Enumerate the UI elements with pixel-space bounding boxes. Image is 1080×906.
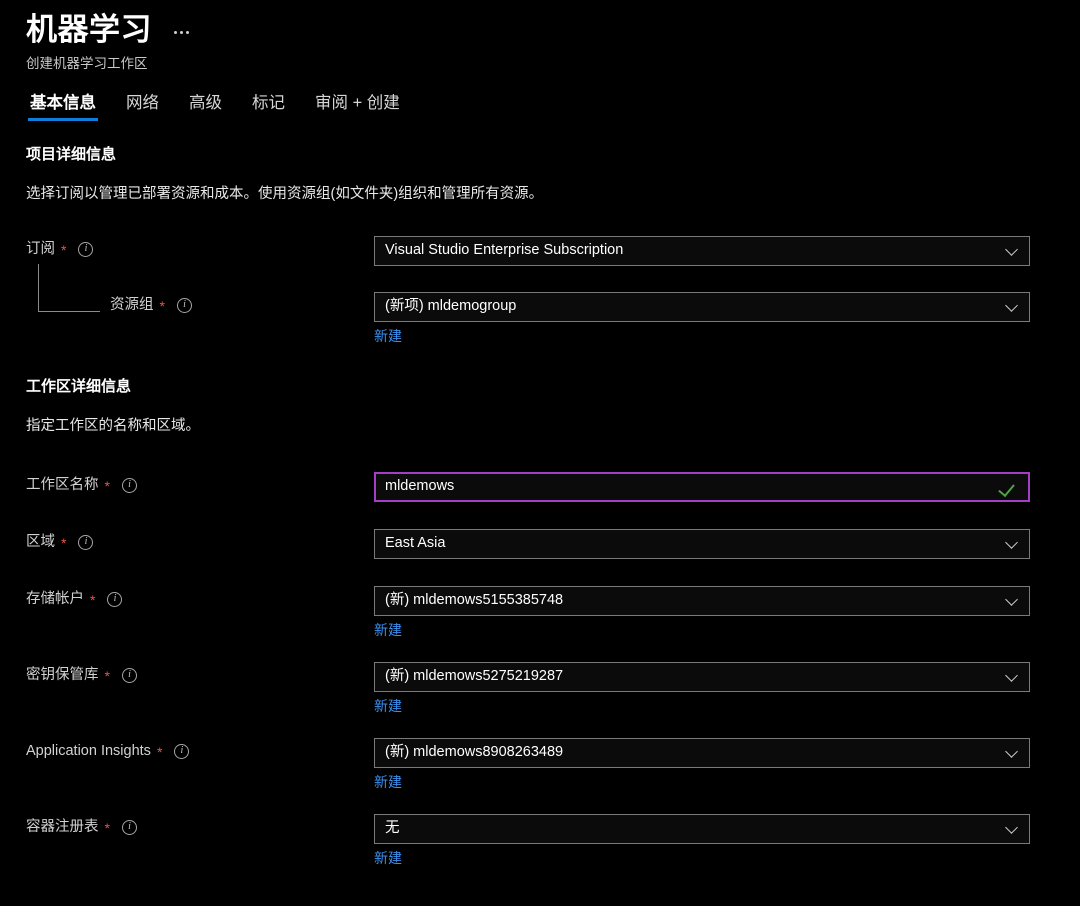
field-subscription: Visual Studio Enterprise Subscription [374,235,1030,266]
label-key-vault: 密钥保管库 * i [26,662,374,684]
resource-group-dropdown[interactable]: (新项) mldemogroup [374,291,1030,322]
ellipsis-dot [180,31,183,34]
label-storage-account: 存储帐户 * i [26,586,374,608]
page-title: 机器学习 [26,12,152,47]
label-storage-account-text: 存储帐户 [26,590,84,607]
field-region: East Asia [374,528,1030,559]
chevron-down-icon [1007,746,1018,757]
ellipsis-dot [186,31,189,34]
create-new-resource-group-link[interactable]: 新建 [374,327,402,345]
chevron-down-icon [1007,537,1018,548]
required-indicator: * [90,592,96,609]
form-row-storage-account: 存储帐户 * i (新) mldemows5155385748 新建 [26,585,1054,640]
region-dropdown[interactable]: East Asia [374,528,1030,559]
form-row-key-vault: 密钥保管库 * i (新) mldemows5275219287 新建 [26,661,1054,716]
section-title-project-details: 项目详细信息 [26,145,117,163]
application-insights-value: (新) mldemows8908263489 [385,744,564,761]
field-container-registry: 无 新建 [374,813,1030,868]
tree-connector-line [38,263,100,312]
tab-networking[interactable]: 网络 [124,95,161,121]
required-indicator: * [61,242,67,259]
label-container-registry-text: 容器注册表 [26,818,99,835]
tab-review-create[interactable]: 审阅 + 创建 [313,95,402,121]
section-title-workspace-details: 工作区详细信息 [26,377,132,395]
info-icon[interactable]: i [78,534,94,550]
label-region: 区域 * i [26,529,374,551]
key-vault-dropdown[interactable]: (新) mldemows5275219287 [374,661,1030,692]
blade-header: 机器学习 创建机器学习工作区 基本信息 网络 高级 标记 审阅 + 创建 [0,0,1080,121]
ellipsis-dot [174,31,177,34]
required-indicator: * [104,668,110,685]
label-resource-group: 资源组 * i [26,263,374,315]
chevron-down-icon [1007,670,1018,681]
label-workspace-name: 工作区名称 * i [26,472,374,494]
tab-basics[interactable]: 基本信息 [28,95,98,121]
section-description-project-details: 选择订阅以管理已部署资源和成本。使用资源组(如文件夹)组织和管理所有资源。 [26,185,544,202]
label-resource-group-text: 资源组 [110,296,154,313]
storage-account-value: (新) mldemows5155385748 [385,592,564,609]
label-container-registry: 容器注册表 * i [26,814,374,836]
subscription-value: Visual Studio Enterprise Subscription [385,242,624,259]
more-options-icon[interactable] [170,25,193,44]
info-icon[interactable]: i [78,241,94,257]
info-icon[interactable]: i [121,667,137,683]
create-new-application-insights-link[interactable]: 新建 [374,773,402,791]
container-registry-dropdown[interactable]: 无 [374,813,1030,844]
azure-create-ml-workspace-blade: 机器学习 创建机器学习工作区 基本信息 网络 高级 标记 审阅 + 创建 项目详… [0,0,1080,906]
tab-bar: 基本信息 网络 高级 标记 审阅 + 创建 [26,87,1080,121]
form-row-application-insights: Application Insights * i (新) mldemows890… [26,737,1054,792]
info-icon[interactable]: i [174,743,190,759]
form-row-subscription: 订阅 * i Visual Studio Enterprise Subscrip… [26,235,1054,266]
container-registry-value: 无 [385,820,400,837]
label-region-text: 区域 [26,533,55,550]
create-new-key-vault-link[interactable]: 新建 [374,697,402,715]
blade-subtitle: 创建机器学习工作区 [26,56,148,71]
required-indicator: * [159,298,165,315]
form-row-region: 区域 * i East Asia [26,528,1054,559]
field-storage-account: (新) mldemows5155385748 新建 [374,585,1030,640]
chevron-down-icon [1007,594,1018,605]
section-description-workspace-details: 指定工作区的名称和区域。 [26,417,200,434]
subscription-dropdown[interactable]: Visual Studio Enterprise Subscription [374,235,1030,266]
label-subscription-text: 订阅 [26,240,55,257]
tab-advanced[interactable]: 高级 [187,95,224,121]
create-new-container-registry-link[interactable]: 新建 [374,849,402,867]
label-application-insights: Application Insights * i [26,738,374,760]
field-resource-group: (新项) mldemogroup 新建 [374,291,1030,346]
form-row-container-registry: 容器注册表 * i 无 新建 [26,813,1054,868]
resource-group-value: (新项) mldemogroup [385,298,517,315]
required-indicator: * [61,535,67,552]
label-subscription: 订阅 * i [26,236,374,258]
key-vault-value: (新) mldemows5275219287 [385,668,564,685]
required-indicator: * [104,478,110,495]
label-key-vault-text: 密钥保管库 [26,666,99,683]
required-indicator: * [104,820,110,837]
required-indicator: * [156,744,163,761]
label-application-insights-text: Application Insights [26,742,151,759]
create-new-storage-account-link[interactable]: 新建 [374,621,402,639]
info-icon[interactable]: i [107,591,123,607]
label-workspace-name-text: 工作区名称 [26,476,99,493]
chevron-down-icon [1007,300,1018,311]
form-row-resource-group: 资源组 * i (新项) mldemogroup 新建 [26,263,1054,346]
workspace-name-value: mldemows [385,478,455,495]
workspace-name-input[interactable]: mldemows [374,471,1030,502]
field-workspace-name: mldemows [374,471,1030,502]
form-content: 项目详细信息 选择订阅以管理已部署资源和成本。使用资源组(如文件夹)组织和管理所… [0,146,1080,868]
info-icon[interactable]: i [121,477,137,493]
region-value: East Asia [385,535,446,552]
chevron-down-icon [1007,244,1018,255]
info-icon[interactable]: i [121,819,137,835]
field-application-insights: (新) mldemows8908263489 新建 [374,737,1030,792]
application-insights-dropdown[interactable]: (新) mldemows8908263489 [374,737,1030,768]
tab-tags[interactable]: 标记 [250,95,287,121]
info-icon[interactable]: i [176,297,192,313]
title-row: 机器学习 [26,12,1080,50]
field-key-vault: (新) mldemows5275219287 新建 [374,661,1030,716]
form-row-workspace-name: 工作区名称 * i mldemows [26,471,1054,502]
chevron-down-icon [1007,822,1018,833]
valid-checkmark-icon [1002,481,1018,491]
storage-account-dropdown[interactable]: (新) mldemows5155385748 [374,585,1030,616]
